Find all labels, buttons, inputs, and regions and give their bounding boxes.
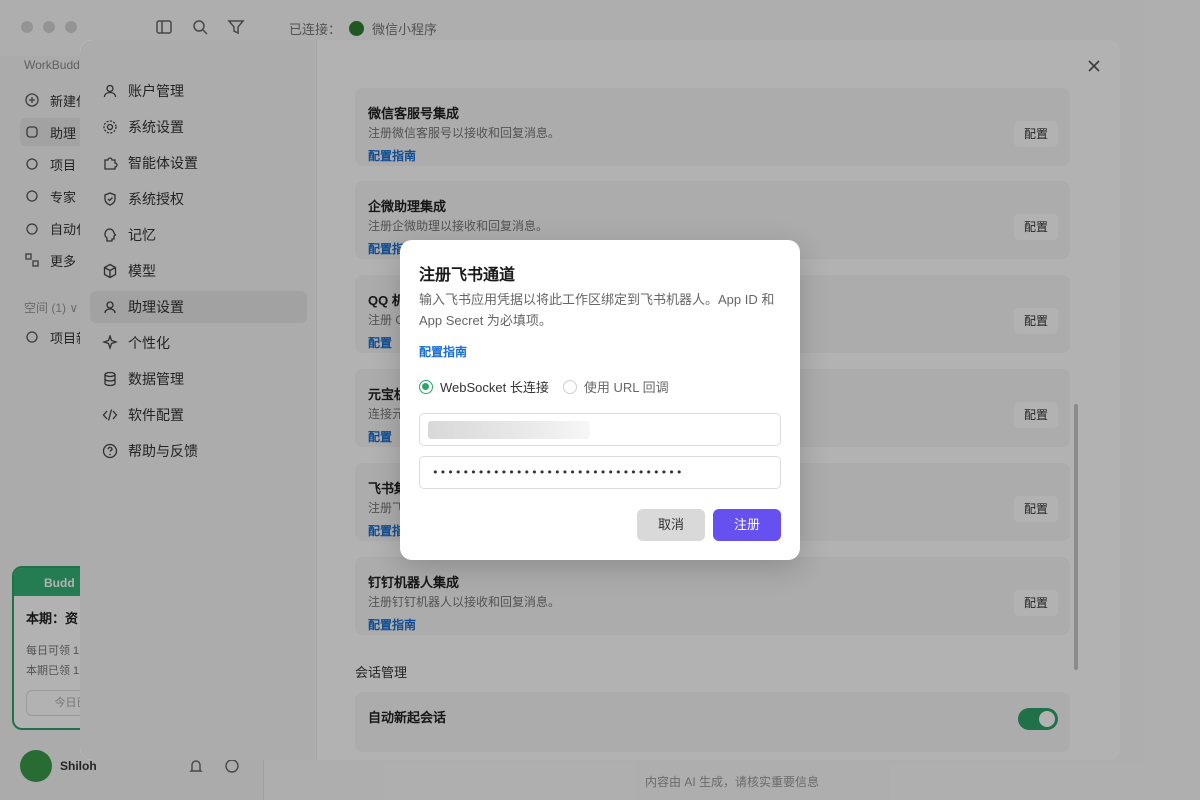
app-id-field[interactable] <box>419 413 781 446</box>
config-guide-link[interactable]: 配置指南 <box>419 343 467 360</box>
radio-label: WebSocket 长连接 <box>440 380 549 395</box>
radio-url-callback[interactable]: 使用 URL 回调 <box>562 377 669 396</box>
radio-selected-icon <box>419 379 433 394</box>
cancel-button[interactable]: 取消 <box>637 509 705 541</box>
radio-unselected-icon <box>562 379 577 394</box>
app-secret-field[interactable]: ••••••••••••••••••••••••••••••••• <box>419 456 781 489</box>
redacted-value <box>428 421 590 439</box>
connection-mode-group: WebSocket 长连接 使用 URL 回调 <box>419 377 669 396</box>
register-button[interactable]: 注册 <box>713 509 781 541</box>
masked-secret: ••••••••••••••••••••••••••••••••• <box>432 466 684 479</box>
register-feishu-modal: 注册飞书通道 输入飞书应用凭据以将此工作区绑定到飞书机器人。App ID 和 A… <box>400 240 800 560</box>
modal-description: 输入飞书应用凭据以将此工作区绑定到飞书机器人。App ID 和 App Secr… <box>419 292 775 328</box>
radio-websocket[interactable]: WebSocket 长连接 <box>419 377 549 396</box>
modal-title: 注册飞书通道 <box>419 267 516 284</box>
radio-label: 使用 URL 回调 <box>583 380 669 395</box>
